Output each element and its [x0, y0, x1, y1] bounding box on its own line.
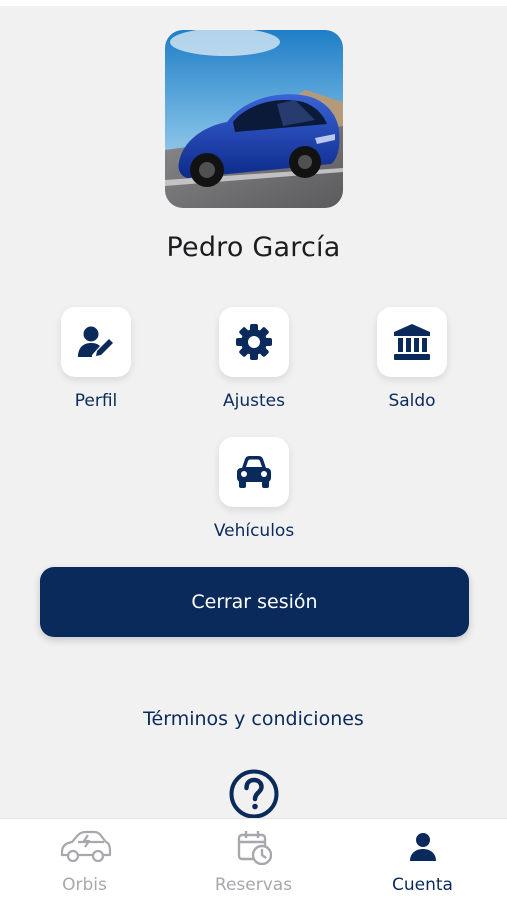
vehiculos-label: Vehículos [213, 521, 295, 541]
user-icon [409, 833, 436, 861]
bottom-tab-bar: Orbis Reservas Cuenta [0, 818, 507, 901]
terms-link[interactable]: Términos y condiciones [0, 708, 507, 730]
perfil-button[interactable] [61, 307, 131, 377]
question-circle-icon [229, 769, 279, 819]
menu-tile-perfil[interactable]: Perfil [26, 307, 166, 411]
tab-orbis-label: Orbis [62, 875, 107, 895]
tab-reservas-label: Reservas [214, 875, 293, 895]
car-charging-icon [60, 830, 111, 863]
ajustes-label: Ajustes [223, 391, 285, 411]
tab-cuenta-label: Cuenta [392, 875, 453, 895]
perfil-label: Perfil [74, 391, 118, 411]
menu-tile-ajustes[interactable]: Ajustes [184, 307, 324, 411]
saldo-button[interactable] [377, 307, 447, 377]
status-bar-strip [0, 0, 507, 6]
menu-tile-saldo[interactable]: Saldo [342, 307, 482, 411]
profile-name: Pedro García [166, 232, 341, 263]
user-edit-icon [78, 326, 113, 357]
tab-cuenta[interactable]: Cuenta [338, 819, 507, 901]
tab-reservas[interactable]: Reservas [169, 819, 338, 901]
car-icon [237, 456, 271, 488]
help-button[interactable] [228, 768, 280, 820]
menu-tile-vehiculos[interactable]: Vehículos [184, 437, 324, 541]
vehiculos-button[interactable] [219, 437, 289, 507]
logout-button[interactable]: Cerrar sesión [40, 567, 469, 637]
ajustes-button[interactable] [219, 307, 289, 377]
profile-avatar [165, 30, 343, 208]
bank-icon [394, 324, 430, 360]
calendar-clock-icon [237, 831, 272, 865]
tab-orbis[interactable]: Orbis [0, 819, 169, 901]
gear-icon [236, 324, 272, 360]
saldo-label: Saldo [388, 391, 436, 411]
